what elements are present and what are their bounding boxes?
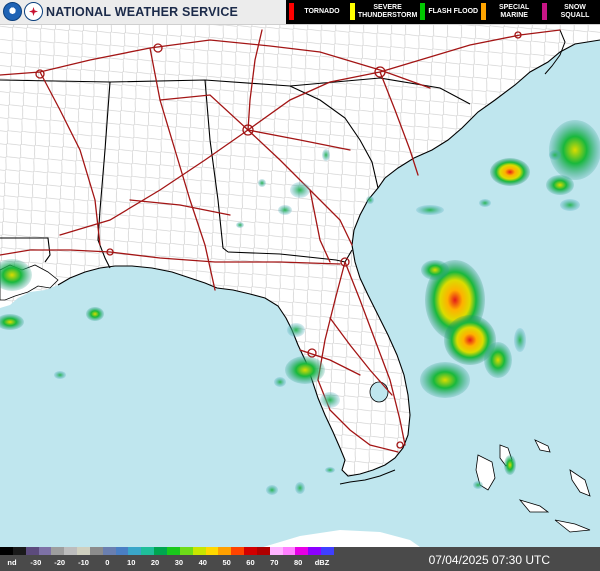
- legend-label: SNOW SQUALL: [560, 4, 590, 19]
- dbz-color-step: [244, 547, 257, 555]
- legend-swatch: [420, 3, 426, 20]
- dbz-color-step: [115, 547, 129, 555]
- legend-swatch: [349, 3, 355, 20]
- dbz-color-step: [12, 547, 26, 555]
- dbz-color-step: [166, 547, 180, 555]
- legend-label: TORNADO: [304, 8, 340, 15]
- dbz-scale-labels: nd -30 -20 -10 0 10 20 30 40 50 60 70 80 dBZ: [0, 556, 334, 570]
- dbz-label: nd: [7, 558, 17, 567]
- warning-legend: TORNADO SEVERE THUNDERSTORM FLASH FLOOD SPE…: [286, 0, 600, 24]
- dbz-color-step: [141, 547, 155, 555]
- dbz-label: 40: [198, 558, 207, 567]
- dbz-label: 0: [105, 558, 110, 567]
- header-bar: NATIONAL WEATHER SERVICE TORNADO SEVERE T…: [0, 0, 600, 25]
- dbz-color-step: [256, 547, 270, 555]
- legend-item: SPECIAL MARINE: [478, 0, 539, 24]
- legend-item: SNOW SQUALL: [539, 0, 600, 24]
- dbz-color-step: [102, 547, 116, 555]
- legend-item: SEVERE THUNDERSTORM: [347, 0, 417, 24]
- dbz-color-step: [154, 547, 167, 555]
- dbz-label: -20: [54, 558, 66, 567]
- lake-okeechobee: [369, 381, 389, 403]
- dbz-color-step: [218, 547, 232, 555]
- dbz-label: dBZ: [314, 558, 330, 567]
- dbz-color-step: [192, 547, 206, 555]
- dbz-label: -30: [30, 558, 42, 567]
- dbz-color-step: [128, 547, 142, 555]
- page-title: NATIONAL WEATHER SERVICE: [46, 5, 239, 19]
- logo-group[interactable]: [3, 2, 43, 21]
- dbz-label: 30: [174, 558, 184, 567]
- dbz-label: 80: [293, 558, 303, 567]
- dbz-label: 60: [246, 558, 255, 567]
- legend-item: FLASH FLOOD: [417, 0, 478, 24]
- dbz-color-step: [51, 547, 65, 555]
- dbz-label: 10: [127, 558, 136, 567]
- dbz-color-step: [89, 547, 103, 555]
- radar-map[interactable]: [0, 0, 600, 571]
- noaa-logo-icon[interactable]: [3, 2, 22, 21]
- dbz-label: -10: [78, 558, 89, 567]
- dbz-label: 50: [222, 558, 231, 567]
- legend-label: SPECIAL MARINE: [498, 4, 530, 19]
- dbz-color-step: [179, 547, 193, 555]
- dbz-color-step: [38, 547, 52, 555]
- dbz-color-step: [269, 547, 283, 555]
- timestamp: 07/04/2025 07:30 UTC: [428, 553, 550, 567]
- dbz-color-step: [282, 547, 296, 555]
- dbz-color-step: [0, 547, 13, 555]
- dbz-color-step: [25, 547, 39, 555]
- dbz-color-step: [205, 547, 219, 555]
- map-viewer: NATIONAL WEATHER SERVICE TORNADO SEVERE T…: [0, 0, 600, 571]
- legend-swatch: [289, 3, 294, 20]
- legend-swatch: [481, 3, 487, 20]
- dbz-color-step: [231, 547, 245, 555]
- footer-bar: nd -30 -20 -10 0 10 20 30 40 50 60 70 80 dBZ 07/04/20…: [0, 547, 600, 571]
- dbz-color-step: [295, 547, 309, 555]
- legend-swatch: [542, 3, 548, 20]
- legend-label: FLASH FLOOD: [428, 8, 479, 15]
- dbz-color-step: [77, 547, 90, 555]
- dbz-color-scale: [0, 547, 334, 555]
- dbz-label: 70: [270, 558, 279, 567]
- nws-logo-icon[interactable]: [24, 2, 43, 21]
- legend-item: TORNADO: [286, 0, 347, 24]
- legend-label: SEVERE THUNDERSTORM: [357, 4, 418, 19]
- dbz-color-step: [64, 547, 78, 555]
- dbz-label: 20: [150, 558, 160, 567]
- dbz-color-step: [321, 547, 334, 555]
- dbz-color-step: [308, 547, 322, 555]
